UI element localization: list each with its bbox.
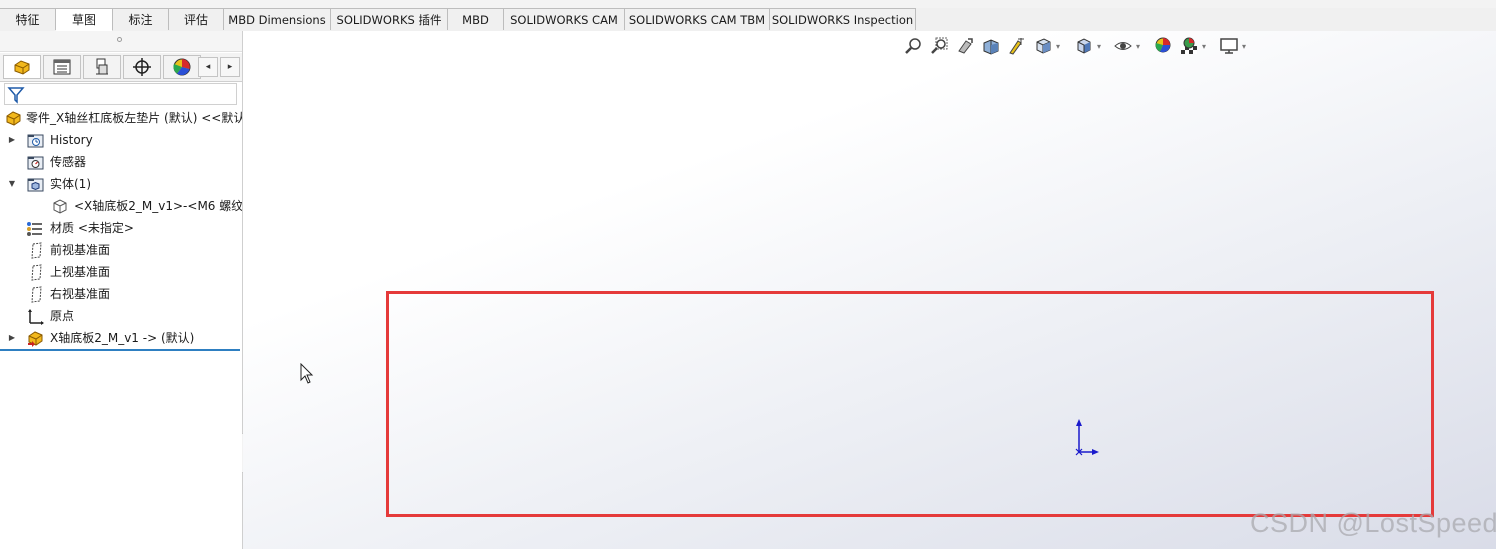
view-orientation-button[interactable] (1033, 36, 1053, 56)
section-view-button[interactable] (981, 36, 1001, 56)
panel-tab-property-manager[interactable] (43, 55, 81, 79)
feature-manager-panel: ◂ ▸ 零件_X轴丝杠底板左垫片 (默认) <<默认> ▶ History 传感… (0, 31, 243, 549)
tab-mbd-dimensions[interactable]: MBD Dimensions (224, 8, 331, 30)
display-manager-icon (173, 58, 191, 76)
tree-item-label: <X轴底板2_M_v1>-<M6 螺纹孔> (74, 199, 242, 213)
dynamic-annotation-button[interactable] (1007, 36, 1027, 56)
apply-scene-icon (1181, 37, 1197, 54)
hide-show-items-button[interactable] (1113, 36, 1133, 56)
title-strip (0, 0, 1496, 8)
tab-solidworks-addins[interactable]: SOLIDWORKS 插件 (331, 8, 448, 30)
property-manager-icon (53, 59, 71, 75)
feature-manager-icon (14, 60, 30, 75)
rollback-bar[interactable] (0, 349, 240, 351)
filter-icon (7, 87, 25, 104)
expander-icon[interactable]: ▶ (7, 327, 17, 349)
zoom-to-area-icon (931, 37, 948, 54)
panel-tab-display-manager[interactable] (163, 55, 201, 79)
previous-view-button[interactable] (955, 36, 975, 56)
view-settings-icon (1220, 38, 1238, 54)
tree-item-label: History (50, 133, 93, 147)
solid-bodies-folder-icon (27, 178, 44, 192)
view-settings-caret-icon[interactable]: ▾ (1242, 42, 1246, 51)
expander-icon[interactable]: ▼ (7, 173, 17, 195)
apply-scene-caret-icon[interactable]: ▾ (1202, 42, 1206, 51)
watermark: CSDN @LostSpeed (1250, 508, 1496, 538)
part-icon (6, 111, 21, 126)
edit-appearance-button[interactable] (1153, 36, 1173, 56)
plane-icon (31, 242, 42, 259)
origin-icon (28, 309, 44, 325)
dimxpert-manager-icon (133, 58, 151, 76)
tree-item-label: 材质 <未指定> (50, 221, 134, 235)
previous-view-icon (958, 38, 973, 54)
hide-show-items-icon (1114, 42, 1132, 50)
tree-item-label: X轴底板2_M_v1 -> (默认) (50, 331, 195, 345)
panel-scroll-right-button[interactable]: ▸ (220, 57, 240, 77)
tree-item-front-plane[interactable]: 前视基准面 (0, 239, 242, 261)
tree-item-solid-bodies[interactable]: ▼ 实体(1) (0, 173, 242, 195)
tree-item-label: 实体(1) (50, 177, 91, 191)
apply-scene-button[interactable] (1179, 36, 1199, 56)
highlight-rectangle (386, 291, 1434, 517)
sketch-origin-icon (1075, 419, 1099, 456)
panel-tab-strip: ◂ ▸ (0, 53, 242, 82)
grip-dot-icon (117, 37, 122, 42)
tree-item-label: 原点 (50, 309, 75, 323)
view-orientation-icon (1036, 38, 1051, 54)
panel-tab-feature-manager[interactable] (3, 55, 41, 79)
tree-item-right-plane[interactable]: 右视基准面 (0, 283, 242, 305)
mouse-cursor-icon (300, 363, 314, 384)
derived-part-icon (28, 331, 43, 347)
dynamic-annotation-icon (1009, 38, 1024, 55)
tab-evaluate[interactable]: 评估 (169, 8, 224, 30)
tree-item-label: 传感器 (50, 155, 87, 169)
display-style-icon (1077, 38, 1091, 54)
tab-mbd[interactable]: MBD (448, 8, 504, 30)
tab-solidworks-cam[interactable]: SOLIDWORKS CAM (504, 8, 625, 30)
expander-icon[interactable]: ▶ (7, 129, 17, 151)
solid-body-icon (53, 199, 67, 214)
panel-grip[interactable] (0, 31, 242, 52)
display-style-button[interactable] (1074, 36, 1094, 56)
tree-item-top-plane[interactable]: 上视基准面 (0, 261, 242, 283)
history-folder-icon (27, 134, 44, 148)
command-manager-tabs: 特征 草图 标注 评估 MBD Dimensions SOLIDWORKS 插件… (0, 8, 1496, 32)
plane-icon (31, 264, 42, 281)
display-style-caret-icon[interactable]: ▾ (1097, 42, 1101, 51)
tab-solidworks-inspection[interactable]: SOLIDWORKS Inspection (770, 8, 916, 30)
panel-tab-configuration-manager[interactable] (83, 55, 121, 79)
edit-appearance-icon (1155, 37, 1171, 53)
tree-item-material[interactable]: 材质 <未指定> (0, 217, 242, 239)
tab-markup[interactable]: 标注 (113, 8, 169, 30)
hide-show-caret-icon[interactable]: ▾ (1136, 42, 1140, 51)
tree-root-label: 零件_X轴丝杠底板左垫片 (默认) <<默认> (26, 111, 242, 125)
tab-solidworks-cam-tbm[interactable]: SOLIDWORKS CAM TBM (625, 8, 770, 30)
zoom-to-fit-icon (905, 38, 921, 54)
configuration-manager-icon (96, 58, 108, 75)
tree-item-sensors[interactable]: 传感器 (0, 151, 242, 173)
tree-item-label: 右视基准面 (50, 287, 111, 301)
panel-scroll-left-button[interactable]: ◂ (198, 57, 218, 77)
view-orientation-caret-icon[interactable]: ▾ (1056, 42, 1060, 51)
panel-tab-dimxpert-manager[interactable] (123, 55, 161, 79)
tree-item-derived-part[interactable]: ▶ X轴底板2_M_v1 -> (默认) (0, 327, 242, 349)
tree-item-label: 前视基准面 (50, 243, 111, 257)
material-icon (27, 222, 42, 236)
tree-item-label: 上视基准面 (50, 265, 111, 279)
sensor-folder-icon (27, 156, 44, 170)
tree-root-part[interactable]: 零件_X轴丝杠底板左垫片 (默认) <<默认> (0, 107, 242, 129)
view-settings-button[interactable] (1219, 36, 1239, 56)
tree-item-origin[interactable]: 原点 (0, 305, 242, 327)
zoom-to-area-button[interactable] (929, 36, 949, 56)
tree-item-solid-body[interactable]: <X轴底板2_M_v1>-<M6 螺纹孔> (0, 195, 242, 217)
zoom-to-fit-button[interactable] (903, 36, 923, 56)
tab-features[interactable]: 特征 (0, 8, 56, 30)
section-view-icon (983, 39, 999, 55)
tree-item-history[interactable]: ▶ History (0, 129, 242, 151)
plane-icon (31, 286, 42, 303)
tree-filter-box[interactable] (4, 83, 237, 105)
tab-sketch[interactable]: 草图 (56, 8, 113, 31)
